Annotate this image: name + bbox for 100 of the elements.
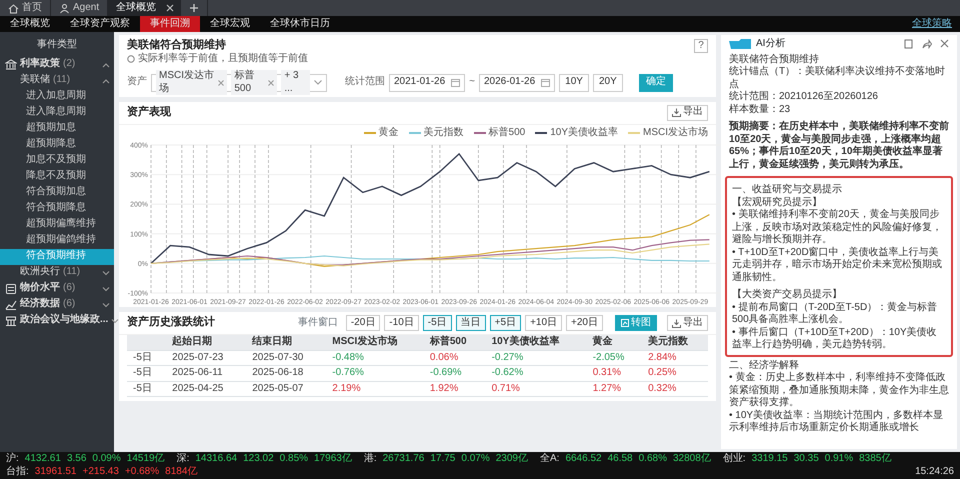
section-heading: 一、收益研究与交易提示	[732, 184, 843, 196]
sidebar-category[interactable]: 利率政策	[20, 58, 60, 71]
copy-icon[interactable]	[904, 39, 914, 50]
sidebar-category[interactable]: 经济数据	[20, 298, 60, 311]
subsection-label: 【宏观研究员提示】	[732, 196, 823, 208]
asset-tag[interactable]: MSCI发达市场	[156, 70, 228, 95]
plus-icon	[189, 3, 200, 13]
ticker-value: 2309亿	[496, 453, 528, 466]
field-label: 事件窗口	[298, 316, 338, 330]
chart-icon	[621, 319, 629, 327]
nav-tab[interactable]: 全球概览	[0, 16, 60, 32]
close-icon[interactable]	[940, 39, 949, 48]
help-button[interactable]: ?	[694, 39, 708, 53]
column-header: 10Y美债收益率	[486, 335, 587, 350]
ticker-value: 8385亿	[859, 453, 892, 466]
ticker-value: +215.43	[82, 466, 119, 478]
ticker-value: 0.09%	[92, 453, 121, 466]
range-separator: ~	[469, 76, 475, 89]
download-icon	[672, 108, 681, 117]
sidebar-item[interactable]: 超预期降息	[0, 136, 114, 152]
window-button[interactable]: -10日	[384, 315, 419, 331]
sidebar-subcategory[interactable]: 美联储	[20, 74, 50, 87]
table-cell: 2025-05-07	[246, 381, 326, 396]
hint-text: 实际利率等于前值，且预期值等于前值	[138, 52, 308, 66]
sidebar-item[interactable]: 超预期偏鸽维持	[0, 232, 114, 248]
table-cell: -5日	[127, 350, 166, 366]
chevron-icon[interactable]	[111, 318, 120, 324]
ticker-value: 46.58	[608, 453, 633, 466]
nav-tab[interactable]: 全球宏观	[200, 16, 260, 32]
ticker-value: 3.56	[66, 453, 86, 466]
sidebar-item[interactable]: 符合预期加息	[0, 184, 114, 200]
ticker-label: 创业:	[722, 453, 746, 466]
text-line: 统计锚点（T）：美联储利率决议维持不变落地时点	[729, 66, 946, 90]
nav-tab[interactable]: 全球资产观察	[60, 16, 140, 32]
asset-tag[interactable]: 标普500	[231, 70, 278, 95]
field-label: 资产	[127, 76, 147, 89]
window-button[interactable]: +20日	[566, 315, 603, 331]
preset-button[interactable]: 20Y	[592, 74, 623, 92]
sidebar-item[interactable]: 符合预期降息	[0, 200, 114, 216]
bullet-paragraph: • 10Y美债收益率：当期统计范围内，多数样本显示利率维持后市场重新定价长期通胀或增长	[729, 410, 944, 434]
sidebar-subcategory[interactable]: 欧洲央行	[20, 266, 60, 279]
window-button[interactable]: -5日	[422, 315, 452, 331]
table-cell: -2.05%	[586, 350, 642, 366]
nav-tab[interactable]: 事件回溯	[140, 16, 200, 32]
column-header: 标普500	[424, 335, 486, 350]
window-button[interactable]: +5日	[490, 315, 522, 331]
ticker-value: 30.35	[794, 453, 819, 466]
table-cell: -5日	[127, 381, 166, 396]
home-icon	[8, 2, 19, 14]
sidebar-item[interactable]: 加息不及预期	[0, 152, 114, 168]
table-cell: 2025-06-11	[166, 366, 246, 381]
legend-item[interactable]: 标普500	[474, 126, 526, 139]
sidebar-item[interactable]: 进入加息周期	[0, 88, 114, 104]
nav-link[interactable]: 全球策略	[912, 18, 960, 30]
nav-tab[interactable]: 全球休市日历	[260, 16, 340, 32]
window-button[interactable]: +10日	[525, 315, 562, 331]
export-button[interactable]: 导出	[667, 104, 708, 120]
sidebar-category[interactable]: 物价水平	[20, 282, 60, 295]
date-field[interactable]: 2026-01-26	[479, 74, 556, 92]
column-header: MSCI发达市场	[326, 335, 424, 350]
bank-icon	[5, 58, 17, 70]
window-button[interactable]: 当日	[456, 315, 486, 331]
card-title: 资产历史涨跌统计	[127, 316, 215, 330]
browser-tab[interactable]: 全球概览	[108, 0, 182, 16]
export-button[interactable]: 导出	[667, 315, 708, 331]
remove-icon[interactable]	[218, 80, 224, 86]
ticker-label: 沪:	[6, 453, 19, 466]
item-count: (6)	[63, 298, 76, 311]
column-header: 结束日期	[246, 335, 326, 350]
share-icon[interactable]	[922, 39, 932, 50]
sidebar-category[interactable]: 政治会议与地缘政...	[20, 314, 108, 327]
more-tag[interactable]: + 3 ...	[281, 70, 310, 95]
ticker-value: 17963亿	[314, 453, 352, 466]
legend-item[interactable]: 美元指数	[408, 126, 464, 139]
table-cell: -5日	[127, 366, 166, 381]
item-count: (2)	[63, 58, 76, 71]
date-field[interactable]: 2021-01-26	[389, 74, 466, 92]
bullet-paragraph: • 提前布局窗口（T-20D至T-5D）：黄金与标普500具备高胜率上涨机会。	[732, 302, 938, 326]
dropdown-icon[interactable]	[314, 80, 322, 85]
sidebar-item[interactable]: 降息不及预期	[0, 168, 114, 184]
table-cell: 1.92%	[424, 381, 486, 396]
ticker-label: 港:	[364, 453, 377, 466]
ticker-value: 0.07%	[461, 453, 490, 466]
ticker-value: 6646.52	[565, 453, 602, 466]
chart-icon	[5, 298, 17, 310]
window-button[interactable]: -20日	[346, 315, 380, 331]
download-icon	[672, 318, 681, 328]
preset-button[interactable]: 10Y	[559, 74, 589, 92]
sidebar-item[interactable]: 进入降息周期	[0, 104, 114, 120]
remove-icon[interactable]	[268, 80, 274, 86]
legend-item[interactable]: MSCI发达市场	[628, 126, 708, 139]
legend-item[interactable]: 黄金	[364, 126, 399, 139]
close-icon[interactable]	[166, 4, 174, 12]
sidebar-item[interactable]: 超预期加息	[0, 120, 114, 136]
field-label: 统计范围	[345, 76, 385, 89]
ticker-value: 14519亿	[126, 453, 165, 466]
table-cell: 2025-04-25	[166, 381, 246, 396]
legend-item[interactable]: 10Y美债收益率	[535, 126, 618, 139]
table-cell: 1.27%	[586, 381, 642, 396]
sidebar-item[interactable]: 超预期偏鹰维持	[0, 216, 114, 232]
